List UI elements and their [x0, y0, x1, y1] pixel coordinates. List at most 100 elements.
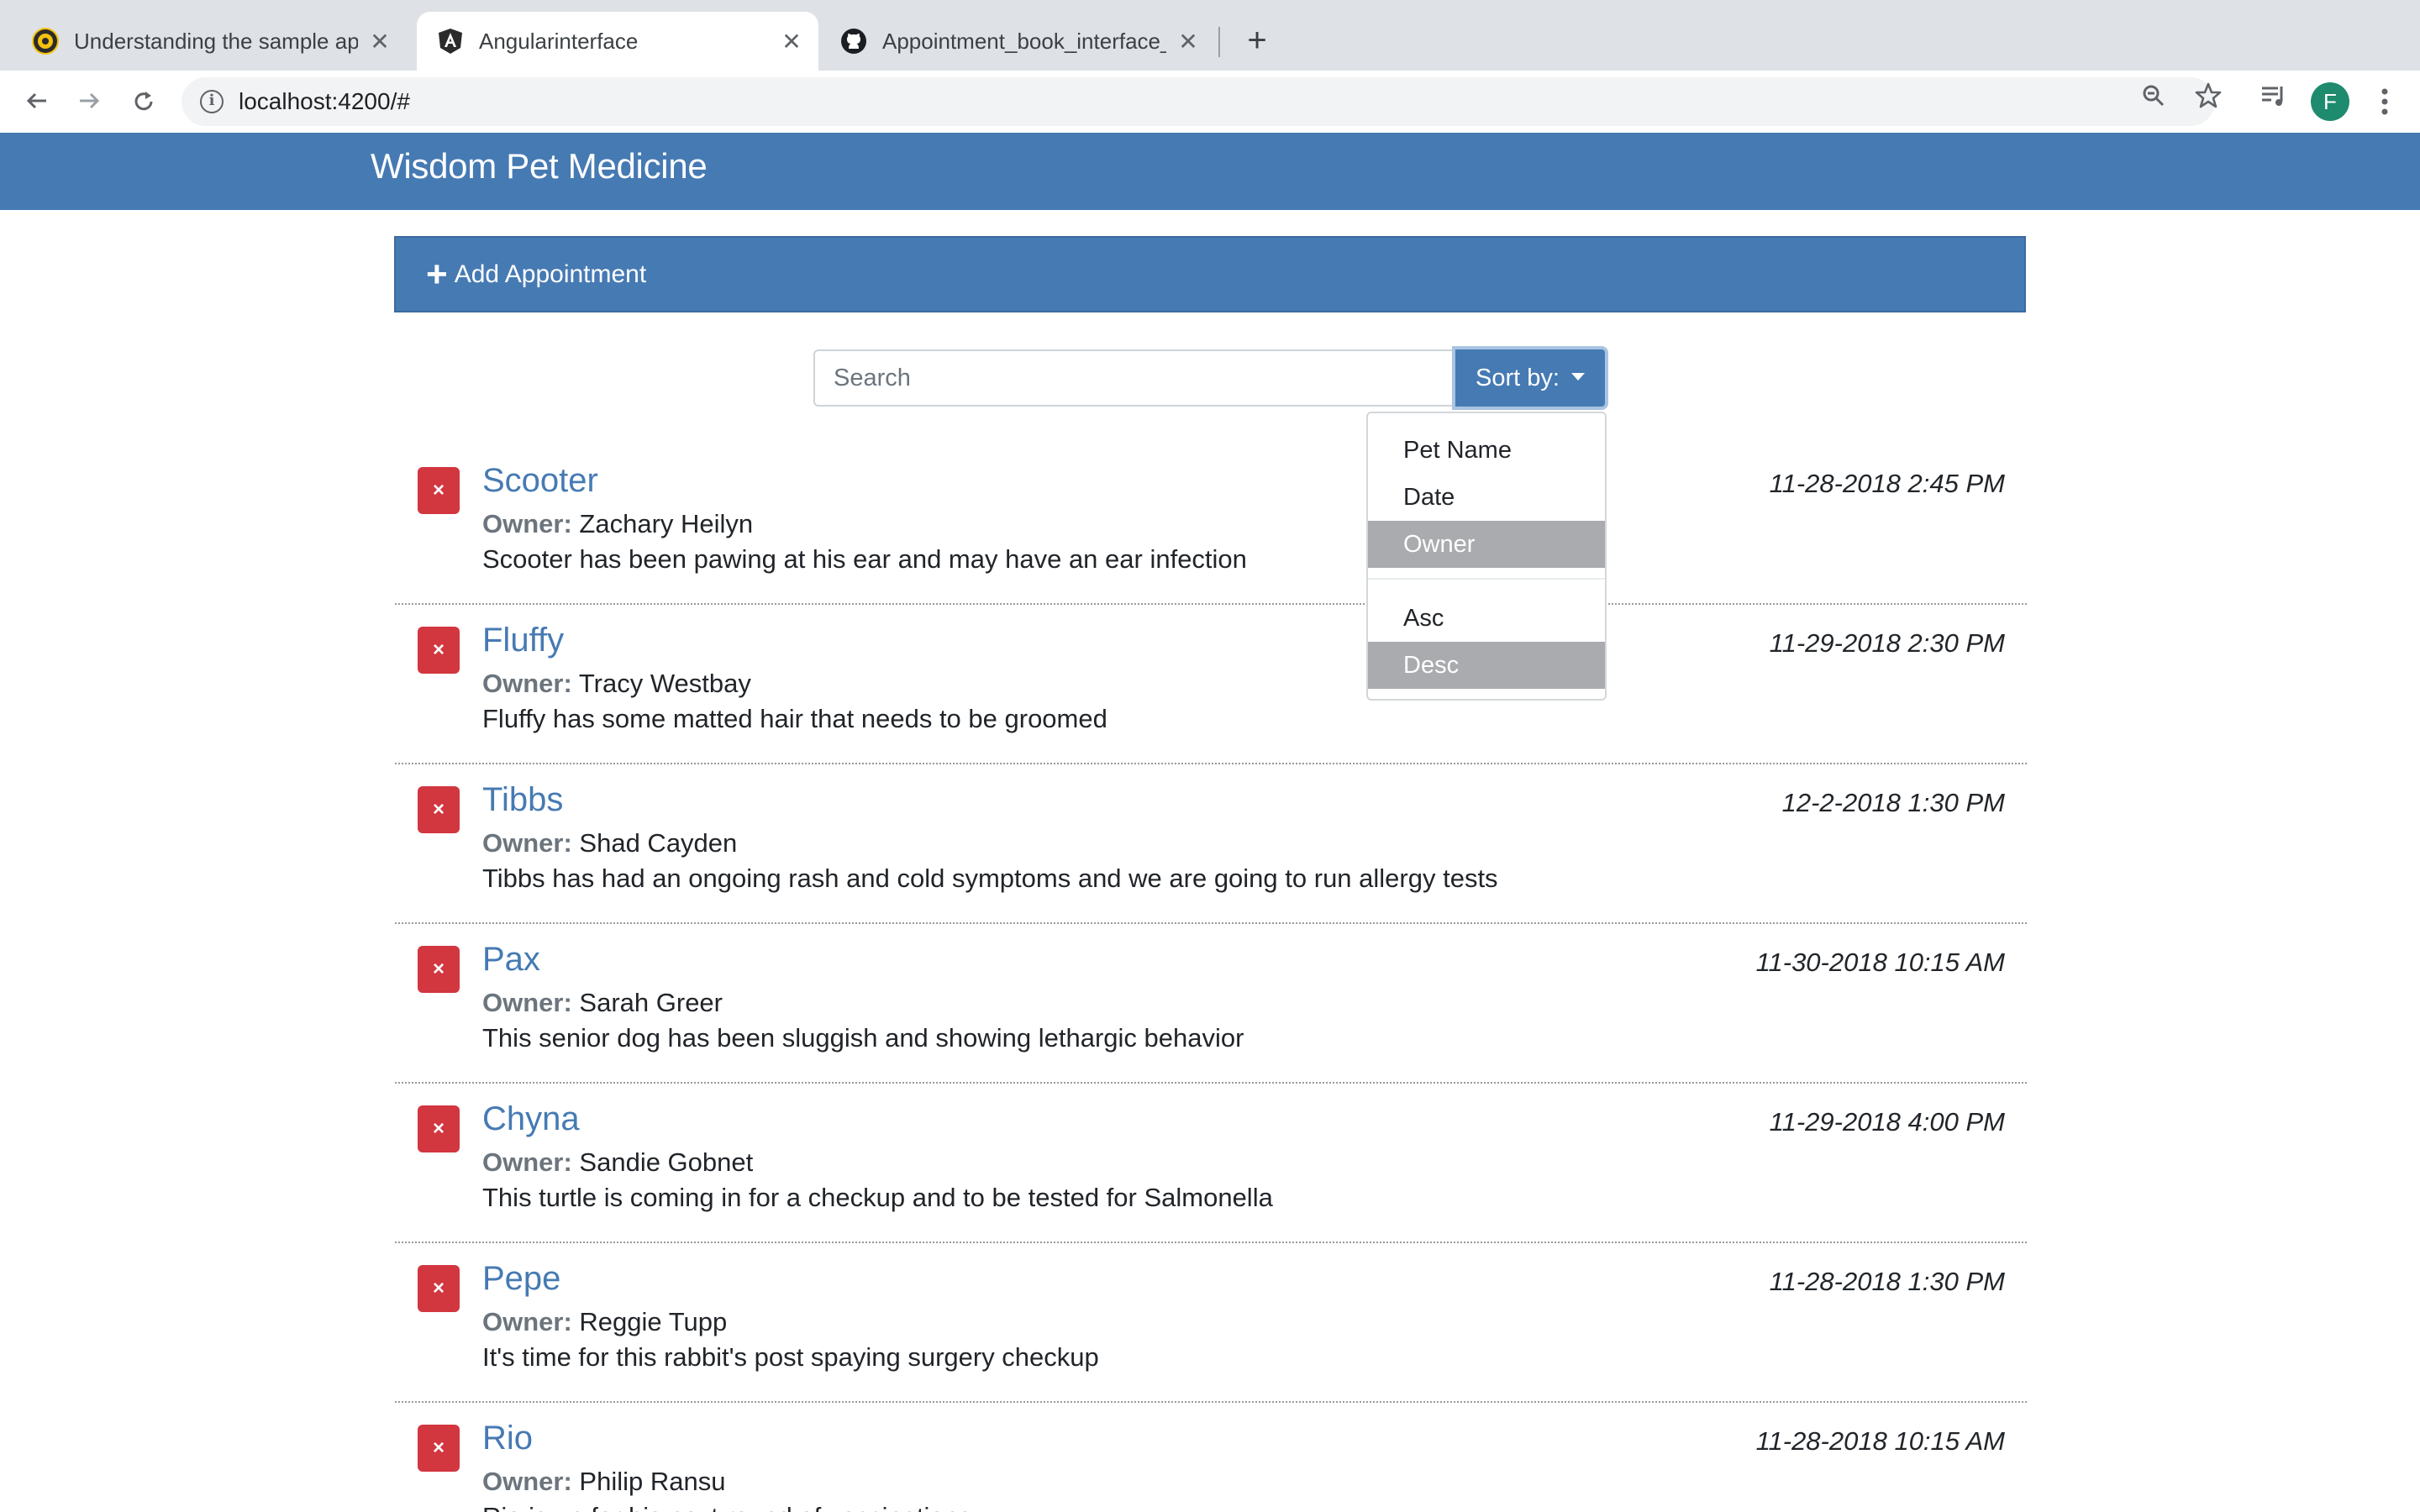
sort-by-label: Sort by:	[1476, 364, 1560, 391]
owner-name[interactable]: Sarah Greer	[579, 988, 723, 1017]
pet-name[interactable]: Chyna	[482, 1100, 580, 1138]
sort-option-pet-name[interactable]: Pet Name	[1368, 427, 1605, 474]
tab-title: Appointment_book_interface_w	[882, 28, 1166, 54]
sort-dropdown-menu: Pet Name Date Owner Asc Desc	[1366, 412, 1607, 701]
owner-label: Owner:	[482, 988, 572, 1017]
sort-by-button[interactable]: Sort by:	[1452, 346, 1608, 410]
tab-title: Angularinterface	[479, 28, 639, 54]
browser-menu-icon[interactable]	[2368, 82, 2402, 121]
tab-close-icon[interactable]: ✕	[365, 26, 395, 56]
owner-name[interactable]: Philip Ransu	[579, 1467, 725, 1496]
close-icon: ×	[432, 798, 445, 821]
appointment-item: × Scooter Owner: Zachary Heilyn Scooter …	[395, 445, 2027, 605]
tab-separator	[1218, 27, 1220, 57]
owner-label: Owner:	[482, 1147, 572, 1177]
tab-angularinterface[interactable]: Angularinterface ✕	[417, 12, 818, 71]
browser-toolbar: i localhost:4200/# F	[0, 71, 2420, 133]
tab-close-icon[interactable]: ✕	[776, 26, 807, 56]
owner-name[interactable]: Zachary Heilyn	[579, 509, 753, 538]
site-favicon-icon	[32, 28, 59, 55]
appointment-notes[interactable]: Fluffy has some matted hair that needs t…	[482, 704, 1107, 734]
delete-button[interactable]: ×	[418, 467, 460, 514]
sort-order-asc[interactable]: Asc	[1368, 595, 1605, 642]
profile-avatar[interactable]: F	[2311, 82, 2349, 121]
owner-line: Owner: Sarah Greer	[482, 988, 723, 1018]
url-text: localhost:4200/#	[239, 88, 410, 114]
pet-name[interactable]: Scooter	[482, 462, 598, 500]
delete-button[interactable]: ×	[418, 1105, 460, 1152]
zoom-icon[interactable]	[2137, 79, 2170, 113]
appointment-notes[interactable]: This senior dog has been sluggish and sh…	[482, 1023, 1244, 1053]
appointment-date: 12-2-2018 1:30 PM	[1781, 788, 2005, 817]
sort-option-date[interactable]: Date	[1368, 474, 1605, 521]
owner-name[interactable]: Reggie Tupp	[579, 1307, 727, 1336]
owner-label: Owner:	[482, 828, 572, 858]
close-icon: ×	[432, 1436, 445, 1459]
appointment-item: × Pax Owner: Sarah Greer This senior dog…	[395, 924, 2027, 1084]
owner-name[interactable]: Shad Cayden	[579, 828, 737, 858]
sort-order-desc[interactable]: Desc	[1368, 642, 1605, 689]
owner-name[interactable]: Sandie Gobnet	[579, 1147, 753, 1177]
owner-line: Owner: Reggie Tupp	[482, 1307, 727, 1337]
close-icon: ×	[432, 1117, 445, 1140]
angular-favicon-icon	[437, 28, 464, 55]
appointment-notes[interactable]: Scooter has been pawing at his ear and m…	[482, 544, 1247, 575]
close-icon: ×	[432, 1277, 445, 1299]
brand-title[interactable]: Wisdom Pet Medicine	[371, 146, 708, 186]
appointment-notes[interactable]: Rio is up for his next round of vaccinat…	[482, 1502, 971, 1512]
media-queue-icon[interactable]	[2257, 79, 2291, 113]
caret-down-icon	[1570, 372, 1585, 381]
new-tab-plus-icon[interactable]: +	[1239, 22, 1276, 59]
owner-label: Owner:	[482, 1467, 572, 1496]
pet-name[interactable]: Pax	[482, 941, 540, 979]
delete-button[interactable]: ×	[418, 627, 460, 674]
reload-icon[interactable]	[123, 81, 165, 123]
add-appointment-label: Add Appointment	[454, 260, 647, 288]
close-icon: ×	[432, 958, 445, 980]
appointment-item: × Rio Owner: Philip Ransu Rio is up for …	[395, 1403, 2027, 1512]
delete-button[interactable]: ×	[418, 786, 460, 833]
bookmark-star-icon[interactable]	[2191, 79, 2225, 113]
appointment-notes[interactable]: It's time for this rabbit's post spaying…	[482, 1342, 1099, 1373]
search-input[interactable]	[813, 349, 1454, 407]
add-appointment-button[interactable]: + Add Appointment	[394, 236, 2026, 312]
forward-arrow-icon[interactable]	[69, 81, 111, 123]
appointment-date: 11-28-2018 1:30 PM	[1769, 1267, 2005, 1296]
appointment-item: × Tibbs Owner: Shad Cayden Tibbs has had…	[395, 764, 2027, 924]
appointment-date: 11-29-2018 4:00 PM	[1769, 1107, 2005, 1137]
owner-label: Owner:	[482, 669, 572, 698]
address-bar[interactable]: i localhost:4200/#	[182, 77, 2215, 126]
github-favicon-icon	[840, 28, 867, 55]
owner-line: Owner: Sandie Gobnet	[482, 1147, 753, 1178]
owner-name[interactable]: Tracy Westbay	[579, 669, 751, 698]
pet-name[interactable]: Tibbs	[482, 781, 563, 819]
delete-button[interactable]: ×	[418, 946, 460, 993]
pet-name[interactable]: Rio	[482, 1420, 533, 1457]
back-arrow-icon[interactable]	[15, 81, 57, 123]
tab-understanding-sample-app[interactable]: Understanding the sample app ✕	[12, 12, 407, 71]
tab-close-icon[interactable]: ✕	[1173, 26, 1203, 56]
tab-appointment-book-github[interactable]: Appointment_book_interface_w ✕	[820, 12, 1215, 71]
appointment-item: × Pepe Owner: Reggie Tupp It's time for …	[395, 1243, 2027, 1403]
pet-name[interactable]: Pepe	[482, 1260, 560, 1298]
tab-title: Understanding the sample app	[74, 28, 358, 54]
appointment-date: 11-28-2018 10:15 AM	[1755, 1426, 2005, 1456]
owner-label: Owner:	[482, 1307, 572, 1336]
delete-button[interactable]: ×	[418, 1265, 460, 1312]
app-navbar: Wisdom Pet Medicine	[0, 133, 2420, 210]
pet-name[interactable]: Fluffy	[482, 622, 564, 659]
dropdown-divider	[1368, 578, 1605, 580]
appointment-item: × Fluffy Owner: Tracy Westbay Fluffy has…	[395, 605, 2027, 764]
sort-option-owner[interactable]: Owner	[1368, 521, 1605, 568]
appointment-notes[interactable]: Tibbs has had an ongoing rash and cold s…	[482, 864, 1498, 894]
owner-line: Owner: Shad Cayden	[482, 828, 737, 858]
appointment-notes[interactable]: This turtle is coming in for a checkup a…	[482, 1183, 1273, 1213]
delete-button[interactable]: ×	[418, 1425, 460, 1472]
owner-line: Owner: Tracy Westbay	[482, 669, 751, 699]
site-info-icon[interactable]: i	[200, 90, 224, 113]
close-icon: ×	[432, 479, 445, 501]
owner-label: Owner:	[482, 509, 572, 538]
owner-line: Owner: Zachary Heilyn	[482, 509, 753, 539]
browser-tabstrip: Understanding the sample app ✕ Angularin…	[0, 0, 2420, 71]
owner-line: Owner: Philip Ransu	[482, 1467, 725, 1497]
